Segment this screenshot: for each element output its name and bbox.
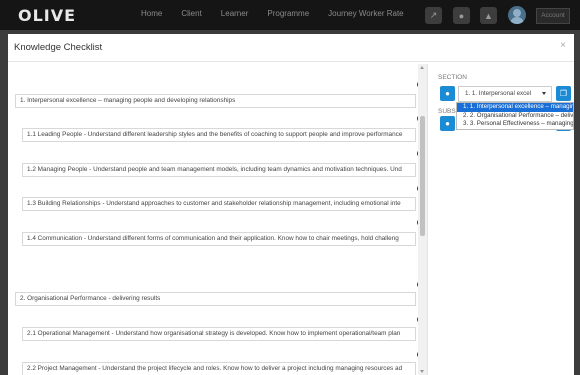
section-dropdown: 1. 1. Interpersonal excellence – managin…: [456, 102, 574, 130]
close-icon[interactable]: ×: [560, 40, 566, 51]
section-label: SECTION: [438, 74, 467, 81]
section-panel: SECTION ● 1. 1. Interpersonal excel ❐ SU…: [438, 64, 574, 375]
dropdown-option[interactable]: 1. 1. Interpersonal excellence – managin…: [457, 103, 573, 112]
scrollbar[interactable]: [418, 64, 427, 375]
checklist-item[interactable]: 2.2 Project Management - Understand the …: [22, 362, 416, 375]
checklist-item[interactable]: 2.1 Operational Management - Understand …: [22, 327, 416, 341]
modal-title: Knowledge Checklist: [14, 42, 103, 53]
scroll-up-icon[interactable]: [420, 66, 424, 69]
checklist-item[interactable]: 1. Interpersonal excellence – managing p…: [15, 94, 416, 108]
subsection-label: SUBS: [438, 108, 456, 115]
copy-section-button[interactable]: ❐: [556, 86, 571, 101]
checklist-item[interactable]: 1.1 Leading People - Understand differen…: [22, 128, 416, 142]
knowledge-checklist-modal: Knowledge Checklist × 1. Interpersonal e…: [8, 34, 574, 375]
nav-programme[interactable]: Programme: [267, 9, 309, 18]
app-logo[interactable]: OLIVE: [18, 6, 76, 25]
dropdown-option[interactable]: 2. 2. Organisational Performance – deliv…: [457, 112, 573, 121]
modal-header: Knowledge Checklist ×: [8, 34, 574, 62]
chart-icon[interactable]: ↗: [425, 7, 442, 24]
add-subsection-button[interactable]: ●: [440, 116, 455, 131]
account-button[interactable]: Account: [536, 8, 570, 24]
scroll-down-icon[interactable]: [420, 370, 424, 373]
section-select[interactable]: 1. 1. Interpersonal excel: [458, 86, 552, 102]
checklist-pane: 1. Interpersonal excellence – managing p…: [8, 64, 428, 375]
scrollbar-thumb[interactable]: [420, 116, 425, 236]
top-navbar: OLIVE Home Client Learner Programme Jour…: [0, 0, 580, 30]
dropdown-option[interactable]: 3. 3. Personal Effectiveness – managing …: [457, 120, 573, 129]
nav-client[interactable]: Client: [181, 9, 201, 18]
nav-learner[interactable]: Learner: [221, 9, 249, 18]
main-nav: Home Client Learner Programme Journey Wo…: [141, 9, 423, 18]
checklist-item[interactable]: 1.4 Communication - Understand different…: [22, 232, 416, 246]
checklist-item[interactable]: 2. Organisational Performance - deliveri…: [15, 292, 416, 306]
avatar[interactable]: [508, 6, 526, 24]
add-section-button[interactable]: ●: [440, 86, 455, 101]
checklist-item[interactable]: 1.2 Managing People - Understand people …: [22, 163, 416, 177]
section-select-value: 1. 1. Interpersonal excel: [465, 90, 532, 97]
notification-icon[interactable]: ▲: [480, 7, 497, 24]
chevron-down-icon: [542, 92, 546, 95]
chat-icon[interactable]: ●: [453, 7, 470, 24]
nav-home[interactable]: Home: [141, 9, 162, 18]
nav-journey-worker-rate[interactable]: Journey Worker Rate: [328, 9, 403, 18]
checklist-item[interactable]: 1.3 Building Relationships - Understand …: [22, 197, 416, 211]
